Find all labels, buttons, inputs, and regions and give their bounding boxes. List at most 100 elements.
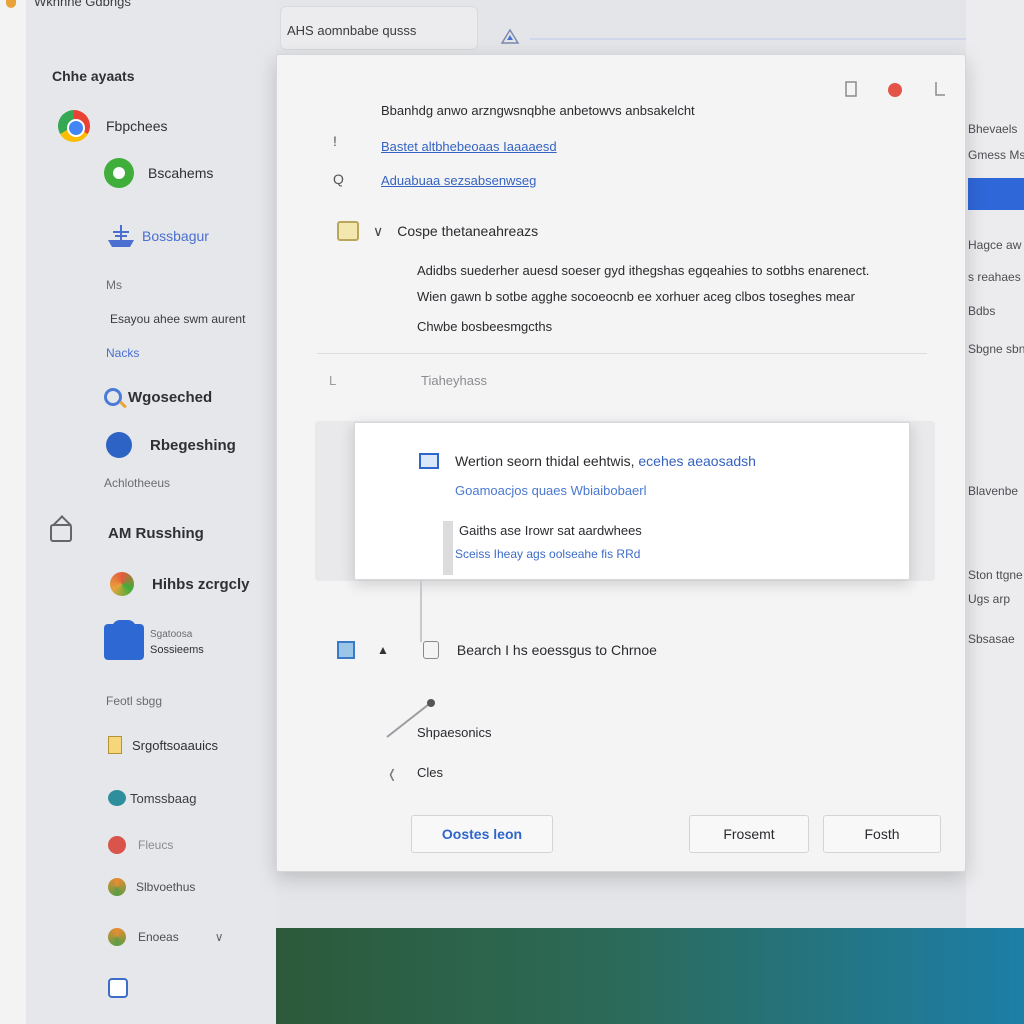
sidebar-item-fbpchees[interactable]: Fbpchees [58, 110, 167, 142]
flag-icon[interactable] [885, 81, 905, 104]
background-text: Ston ttgne [968, 568, 1023, 582]
dialog-divider [317, 353, 927, 354]
background-text: Ugs arp [968, 592, 1011, 606]
sidebar-item-package[interactable] [108, 978, 128, 998]
chevron-right-icon: ❬ [387, 767, 398, 781]
sidebar-link[interactable]: Nacks [106, 346, 139, 360]
sidebar-item-bossbagur[interactable]: Bossbagur [104, 222, 209, 250]
red-dot-icon [108, 836, 126, 854]
background-image-strip [276, 928, 1024, 1024]
document-icon[interactable] [845, 81, 857, 102]
orange-dot-icon [108, 878, 126, 896]
sidebar-section-label: AM Russhing [108, 524, 204, 542]
sidebar-item-text: Sgatoosa Sossieems [150, 629, 204, 656]
popup-subtext[interactable]: Sceiss Iheay ags oolseahe fis RRd [455, 547, 640, 561]
background-text: Sbgne sbn [968, 342, 1024, 356]
teal-dot-icon [108, 790, 126, 806]
sidebar-item-label: Srgoftsoaauics [132, 737, 218, 753]
popup-title-text: Wertion seorn thidal eehtwis, [455, 453, 639, 469]
sidebar-item-fleucs[interactable]: Fleucs [108, 836, 173, 854]
dialog-row-shpaesonics[interactable]: Shpaesonics [417, 725, 491, 740]
blue-folder-icon [104, 620, 144, 660]
app-title: Wkhhhe Gdbhgs [34, 0, 131, 9]
popup-connector [420, 580, 422, 642]
sidebar-item-enoeas[interactable]: Enoeas ∨ [108, 928, 224, 946]
sidebar-item-tomss[interactable]: Tomssbaag [108, 790, 196, 806]
sidebar-item-bscahems[interactable]: Bscahems [104, 158, 213, 188]
colorful-app-icon [110, 572, 134, 596]
sidebar-item-label: Enoeas [138, 930, 179, 944]
popup-text: Gaiths ase Irowr sat aardwhees [459, 523, 642, 538]
section-body-line: Adidbs suederher auesd soeser gyd ithegs… [417, 263, 870, 278]
folder-icon [337, 221, 359, 241]
package-icon [108, 978, 128, 998]
popup-link[interactable]: Goamoacjos quaes Wbiaibobaerl [455, 483, 647, 498]
sidebar-header: Chhe ayaats [52, 68, 135, 84]
background-search-field[interactable]: AHS aomnbabe qusss [280, 6, 478, 50]
popup-title: Wertion seorn thidal eehtwis, ecehes aea… [455, 453, 756, 469]
left-margin [0, 0, 26, 1024]
chevron-down-icon[interactable]: ∨ [215, 930, 224, 944]
section-body-line: Chwbe bosbeesmgcths [417, 319, 553, 334]
chevron-up-icon[interactable]: ▲ [377, 643, 389, 657]
dialog-link-secondary[interactable]: Aduabuaa sezsabsenwseg [381, 173, 536, 188]
popup-card: Wertion seorn thidal eehtwis, ecehes aea… [354, 422, 910, 580]
sidebar-item-label: Rbegeshing [150, 436, 236, 454]
sidebar-item-rbegeshing[interactable]: Rbegeshing [106, 432, 236, 458]
page-icon [422, 641, 439, 659]
faint-marker: L [329, 373, 337, 388]
sidebar-section-russhing[interactable]: AM Russhing [50, 524, 204, 542]
primary-action-button[interactable]: Oostes leon [411, 815, 553, 853]
background-text: s reahaes [968, 270, 1021, 284]
popup-title-link[interactable]: ecehes aeaosadsh [638, 453, 756, 469]
dialog-row-cles[interactable]: Cles [417, 765, 443, 780]
sidebar-item-label: Wgoseched [128, 388, 213, 406]
chrome-icon [58, 110, 90, 142]
sidebar-item-sublabel: Sossieems [150, 643, 204, 656]
sidebar-item-label: Fbpchees [106, 118, 168, 134]
bookmark-icon[interactable] [933, 81, 947, 102]
tertiary-action-button[interactable]: Fosth [823, 815, 941, 853]
background-text: Blavenbe [968, 484, 1019, 498]
background-text: Bdbs [968, 304, 996, 318]
faint-section-label: Tiaheyhass [421, 373, 487, 388]
dialog-heading: Bbanhdg anwo arzngwsnqbhe anbetowvs anbs… [381, 103, 695, 118]
sidebar-item-srgoft[interactable]: Srgoftsoaauics [108, 736, 218, 754]
row-label: Cles [417, 765, 444, 780]
info-icon: ! [333, 133, 337, 149]
secondary-action-button[interactable]: Frosemt [689, 815, 809, 853]
scroll-handle[interactable] [443, 521, 453, 575]
app-icon [108, 928, 126, 946]
sidebar-subtext: Achlotheeus [104, 476, 171, 490]
sidebar-subtext: Ms [106, 278, 122, 292]
home-icon [50, 524, 72, 542]
sidebar-subtext: Feotl sbgg [106, 694, 163, 708]
section-title: Cospe thetaneahreazs [397, 223, 539, 239]
sidebar-description: Esayou ahee swm aurent [110, 312, 246, 326]
sidebar-item-slbvo[interactable]: Slbvoethus [108, 878, 195, 896]
ship-icon [104, 222, 138, 250]
background-blue-bar[interactable] [968, 178, 1024, 210]
search-icon: Q [333, 171, 344, 187]
chevron-down-icon[interactable]: ∨ [373, 223, 383, 240]
image-icon [337, 641, 355, 659]
sidebar-item-label: Sgatoosa [150, 628, 193, 640]
sidebar-item-label: Slbvoethus [136, 880, 196, 894]
sidebar-item-label: Bscahems [148, 165, 214, 181]
background-text: Sbsasae [968, 632, 1015, 646]
green-circle-icon [104, 158, 134, 188]
row-label: Bearch I hs eoessgus to Chrnoe [456, 642, 657, 658]
sidebar [26, 0, 276, 1024]
sidebar-item-label: Fleucs [138, 838, 174, 852]
sidebar-item-hihbs[interactable]: Hihbs zcrgcly [110, 572, 250, 596]
row-label: Shpaesonics [417, 725, 492, 740]
sidebar-item-sgatoosa[interactable]: Sgatoosa Sossieems [104, 620, 204, 660]
sidebar-item-search[interactable]: Wgoseched [104, 388, 212, 406]
dialog-row-search-chrome[interactable]: ▲ Bearch I hs eoessgus to Chrnoe [337, 641, 657, 659]
dialog-section-header[interactable]: ∨ Cospe thetaneahreazs [337, 221, 538, 241]
dialog-link-primary[interactable]: Bastet altbhebeoaas Iaaaaesd [381, 139, 557, 154]
background-text: Bhevaels [968, 122, 1018, 136]
sidebar-item-label: Bossbagur [142, 228, 209, 244]
section-body-line: Wien gawn b sotbe agghe socoeocnb ee xor… [417, 289, 855, 304]
drive-icon [500, 28, 520, 46]
